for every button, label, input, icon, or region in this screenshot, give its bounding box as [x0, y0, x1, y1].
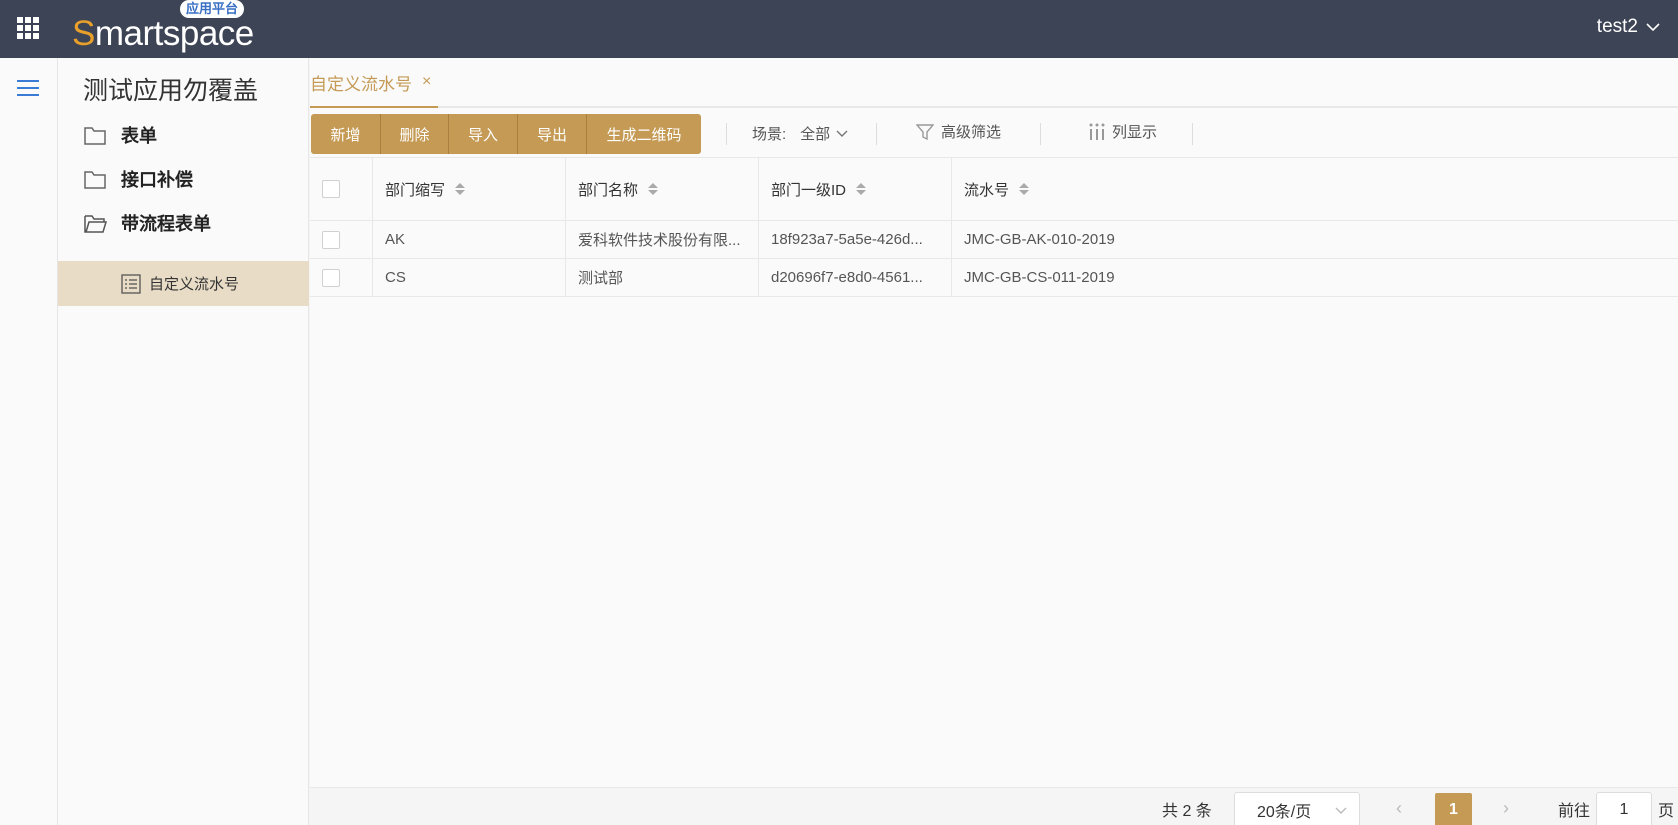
- delete-button[interactable]: 删除: [381, 114, 449, 154]
- next-page-button[interactable]: ›: [1503, 798, 1509, 819]
- tab-custom-serial[interactable]: 自定义流水号 ×: [310, 58, 438, 108]
- app-title: 测试应用勿覆盖: [83, 77, 259, 105]
- pagination: 共 2 条 20条/页 ‹ 1 › 前往 1 页: [310, 787, 1678, 825]
- sort-icon[interactable]: [455, 183, 466, 195]
- folder-icon: [84, 171, 106, 189]
- header-dept-id[interactable]: 部门一级ID: [759, 158, 952, 220]
- header-dept-name[interactable]: 部门名称: [566, 158, 759, 220]
- page-suffix: 页: [1658, 803, 1675, 820]
- divider: [1040, 123, 1041, 145]
- page-size-select[interactable]: 20条/页: [1234, 792, 1360, 825]
- main-content: 自定义流水号 × 新增 删除 导入 导出 生成二维码 场景: 全部 高级筛选 列…: [310, 58, 1678, 825]
- cell-dept-id: d20696f7-e8d0-4561...: [759, 259, 952, 296]
- columns-icon: [1089, 123, 1105, 140]
- cell-dept-name: 爱科软件技术股份有限...: [566, 221, 759, 258]
- page-number-current[interactable]: 1: [1435, 793, 1472, 825]
- divider: [1192, 123, 1193, 145]
- top-bar: Smartspace 应用平台 test2: [0, 0, 1678, 58]
- row-checkbox[interactable]: [322, 268, 340, 287]
- table-row[interactable]: AK 爱科软件技术股份有限... 18f923a7-5a5e-426d... J…: [310, 221, 1678, 259]
- row-checkbox[interactable]: [322, 230, 340, 249]
- cell-dept-id: 18f923a7-5a5e-426d...: [759, 221, 952, 258]
- advanced-filter-button[interactable]: 高级筛选: [916, 121, 1001, 142]
- nav-item-process-form[interactable]: 带流程表单: [58, 201, 309, 245]
- export-button[interactable]: 导出: [518, 114, 587, 154]
- header-dept-abbr[interactable]: 部门缩写: [373, 158, 566, 220]
- icon-strip: [0, 58, 58, 825]
- sort-icon[interactable]: [648, 183, 659, 195]
- tab-bar: 自定义流水号 ×: [310, 58, 1678, 108]
- row-select-cell: [310, 259, 373, 296]
- sort-icon[interactable]: [1019, 183, 1030, 195]
- toolbar: 新增 删除 导入 导出 生成二维码 场景: 全部 高级筛选 列显示: [310, 111, 1678, 157]
- chevron-down-icon: [836, 130, 848, 137]
- cell-dept-abbr: AK: [373, 221, 566, 258]
- cell-dept-name: 测试部: [566, 259, 759, 296]
- import-button[interactable]: 导入: [449, 114, 518, 154]
- table-header: 部门缩写 部门名称 部门一级ID 流水号: [310, 157, 1678, 221]
- scene-select[interactable]: 场景: 全部: [752, 123, 848, 144]
- sort-icon[interactable]: [856, 183, 867, 195]
- folder-open-icon: [84, 215, 107, 233]
- list-icon: [121, 273, 141, 294]
- chevron-down-icon: [1646, 22, 1660, 31]
- divider: [876, 123, 877, 145]
- close-icon[interactable]: ×: [422, 73, 431, 91]
- side-nav: 测试应用勿覆盖 表单 接口补偿 带流程表单 自定义流水号: [58, 58, 309, 825]
- goto-page-input[interactable]: 1: [1596, 792, 1652, 825]
- hamburger-menu-icon[interactable]: [17, 80, 39, 96]
- chevron-down-icon: [1335, 807, 1347, 814]
- username: test2: [1596, 16, 1638, 37]
- logo: Smartspace 应用平台: [72, 0, 254, 53]
- add-button[interactable]: 新增: [311, 114, 381, 154]
- row-select-cell: [310, 221, 373, 258]
- goto-label: 前往: [1558, 803, 1591, 820]
- generate-qrcode-button[interactable]: 生成二维码: [587, 114, 701, 154]
- column-display-button[interactable]: 列显示: [1088, 121, 1157, 142]
- select-all-cell: [310, 158, 373, 220]
- prev-page-button[interactable]: ‹: [1396, 798, 1402, 819]
- nav-item-custom-serial[interactable]: 自定义流水号: [58, 261, 309, 306]
- total-count: 共 2 条: [1162, 803, 1212, 820]
- nav-item-form[interactable]: 表单: [58, 113, 309, 157]
- action-button-group: 新增 删除 导入 导出 生成二维码: [311, 114, 701, 154]
- nav-item-interface[interactable]: 接口补偿: [58, 157, 309, 201]
- user-menu[interactable]: test2: [1597, 16, 1660, 38]
- table-row[interactable]: CS 测试部 d20696f7-e8d0-4561... JMC-GB-CS-0…: [310, 259, 1678, 297]
- logo-badge: 应用平台: [180, 0, 245, 18]
- filter-icon: [916, 123, 934, 140]
- divider: [726, 123, 727, 145]
- select-all-checkbox[interactable]: [322, 180, 340, 198]
- apps-grid-icon[interactable]: [17, 17, 39, 39]
- header-serial-no[interactable]: 流水号: [952, 158, 1678, 220]
- data-table: 部门缩写 部门名称 部门一级ID 流水号 AK 爱科软件技术股份有限... 18…: [310, 157, 1678, 297]
- cell-serial-no: JMC-GB-CS-011-2019: [964, 269, 1115, 286]
- cell-serial-no: JMC-GB-AK-010-2019: [964, 231, 1115, 248]
- folder-icon: [84, 127, 106, 145]
- cell-dept-abbr: CS: [373, 259, 566, 296]
